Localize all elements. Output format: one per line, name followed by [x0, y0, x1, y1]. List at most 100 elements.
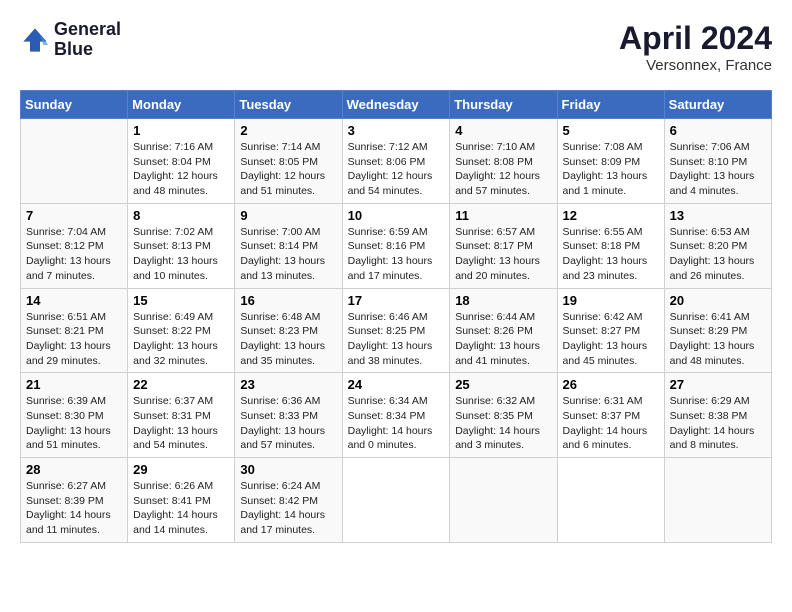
calendar-cell: 28 Sunrise: 6:27 AMSunset: 8:39 PMDayligh… — [21, 458, 128, 543]
day-info: Sunrise: 6:27 AMSunset: 8:39 PMDaylight:… — [26, 479, 122, 538]
day-info: Sunrise: 6:55 AMSunset: 8:18 PMDaylight:… — [563, 225, 659, 284]
day-number: 17 — [348, 293, 445, 308]
day-info: Sunrise: 6:32 AMSunset: 8:35 PMDaylight:… — [455, 394, 551, 453]
day-info: Sunrise: 6:36 AMSunset: 8:33 PMDaylight:… — [240, 394, 336, 453]
calendar-week-row: 7Sunrise: 7:04 AMSunset: 8:12 PMDaylight… — [21, 203, 772, 288]
calendar-cell: 13 Sunrise: 6:53 AMSunset: 8:20 PMDayligh… — [664, 203, 771, 288]
header-day: Tuesday — [235, 91, 342, 119]
day-number: 13 — [670, 208, 766, 223]
header-day: Friday — [557, 91, 664, 119]
day-number: 14 — [26, 293, 122, 308]
day-number: 19 — [563, 293, 659, 308]
calendar-cell: 25 Sunrise: 6:32 AMSunset: 8:35 PMDayligh… — [450, 373, 557, 458]
calendar-week-row: 14 Sunrise: 6:51 AMSunset: 8:21 PMDayligh… — [21, 288, 772, 373]
page-header: General Blue April 2024 Versonnex, Franc… — [20, 20, 772, 74]
day-info: Sunrise: 7:10 AMSunset: 8:08 PMDaylight:… — [455, 140, 551, 199]
calendar-week-row: 21 Sunrise: 6:39 AMSunset: 8:30 PMDayligh… — [21, 373, 772, 458]
logo: General Blue — [20, 20, 121, 60]
logo-line1: General — [54, 20, 121, 40]
day-info: Sunrise: 7:06 AMSunset: 8:10 PMDaylight:… — [670, 140, 766, 199]
calendar-cell — [664, 458, 771, 543]
day-number: 5 — [563, 123, 659, 138]
day-number: 2 — [240, 123, 336, 138]
header-row: SundayMondayTuesdayWednesdayThursdayFrid… — [21, 91, 772, 119]
header-day: Sunday — [21, 91, 128, 119]
logo-icon — [20, 25, 50, 55]
calendar-cell: 15Sunrise: 6:49 AMSunset: 8:22 PMDayligh… — [128, 288, 235, 373]
calendar-cell: 24 Sunrise: 6:34 AMSunset: 8:34 PMDayligh… — [342, 373, 450, 458]
calendar-cell: 14 Sunrise: 6:51 AMSunset: 8:21 PMDayligh… — [21, 288, 128, 373]
day-info: Sunrise: 6:41 AMSunset: 8:29 PMDaylight:… — [670, 310, 766, 369]
day-number: 30 — [240, 462, 336, 477]
day-number: 20 — [670, 293, 766, 308]
day-number: 6 — [670, 123, 766, 138]
day-info: Sunrise: 6:26 AMSunset: 8:41 PMDaylight:… — [133, 479, 229, 538]
day-info: Sunrise: 6:49 AMSunset: 8:22 PMDaylight:… — [133, 310, 229, 369]
day-info: Sunrise: 6:37 AMSunset: 8:31 PMDaylight:… — [133, 394, 229, 453]
calendar-cell: 5Sunrise: 7:08 AMSunset: 8:09 PMDaylight… — [557, 119, 664, 204]
day-number: 24 — [348, 377, 445, 392]
day-info: Sunrise: 6:31 AMSunset: 8:37 PMDaylight:… — [563, 394, 659, 453]
calendar-cell — [21, 119, 128, 204]
day-info: Sunrise: 6:24 AMSunset: 8:42 PMDaylight:… — [240, 479, 336, 538]
calendar-cell: 26 Sunrise: 6:31 AMSunset: 8:37 PMDayligh… — [557, 373, 664, 458]
day-number: 25 — [455, 377, 551, 392]
day-number: 28 — [26, 462, 122, 477]
day-info: Sunrise: 6:59 AMSunset: 8:16 PMDaylight:… — [348, 225, 445, 284]
calendar-cell: 12 Sunrise: 6:55 AMSunset: 8:18 PMDayligh… — [557, 203, 664, 288]
day-info: Sunrise: 6:44 AMSunset: 8:26 PMDaylight:… — [455, 310, 551, 369]
day-info: Sunrise: 6:53 AMSunset: 8:20 PMDaylight:… — [670, 225, 766, 284]
day-number: 16 — [240, 293, 336, 308]
day-number: 21 — [26, 377, 122, 392]
day-number: 18 — [455, 293, 551, 308]
day-info: Sunrise: 6:39 AMSunset: 8:30 PMDaylight:… — [26, 394, 122, 453]
day-info: Sunrise: 6:51 AMSunset: 8:21 PMDaylight:… — [26, 310, 122, 369]
day-number: 12 — [563, 208, 659, 223]
calendar-cell: 11 Sunrise: 6:57 AMSunset: 8:17 PMDayligh… — [450, 203, 557, 288]
calendar-cell: 29 Sunrise: 6:26 AMSunset: 8:41 PMDayligh… — [128, 458, 235, 543]
day-info: Sunrise: 6:46 AMSunset: 8:25 PMDaylight:… — [348, 310, 445, 369]
calendar-cell: 4Sunrise: 7:10 AMSunset: 8:08 PMDaylight… — [450, 119, 557, 204]
calendar-cell: 1Sunrise: 7:16 AMSunset: 8:04 PMDaylight… — [128, 119, 235, 204]
calendar-table: SundayMondayTuesdayWednesdayThursdayFrid… — [20, 90, 772, 543]
calendar-cell: 9 Sunrise: 7:00 AMSunset: 8:14 PMDaylight… — [235, 203, 342, 288]
day-info: Sunrise: 6:48 AMSunset: 8:23 PMDaylight:… — [240, 310, 336, 369]
day-info: Sunrise: 7:00 AMSunset: 8:14 PMDaylight:… — [240, 225, 336, 284]
day-info: Sunrise: 6:42 AMSunset: 8:27 PMDaylight:… — [563, 310, 659, 369]
day-number: 9 — [240, 208, 336, 223]
day-number: 23 — [240, 377, 336, 392]
calendar-cell: 19 Sunrise: 6:42 AMSunset: 8:27 PMDayligh… — [557, 288, 664, 373]
day-number: 3 — [348, 123, 445, 138]
day-info: Sunrise: 7:14 AMSunset: 8:05 PMDaylight:… — [240, 140, 336, 199]
calendar-cell: 27Sunrise: 6:29 AMSunset: 8:38 PMDayligh… — [664, 373, 771, 458]
calendar-cell: 2 Sunrise: 7:14 AMSunset: 8:05 PMDaylight… — [235, 119, 342, 204]
calendar-cell: 8Sunrise: 7:02 AMSunset: 8:13 PMDaylight… — [128, 203, 235, 288]
calendar-cell: 23 Sunrise: 6:36 AMSunset: 8:33 PMDayligh… — [235, 373, 342, 458]
header-day: Saturday — [664, 91, 771, 119]
calendar-cell: 18 Sunrise: 6:44 AMSunset: 8:26 PMDayligh… — [450, 288, 557, 373]
calendar-cell: 7Sunrise: 7:04 AMSunset: 8:12 PMDaylight… — [21, 203, 128, 288]
calendar-week-row: 1Sunrise: 7:16 AMSunset: 8:04 PMDaylight… — [21, 119, 772, 204]
calendar-cell: 20 Sunrise: 6:41 AMSunset: 8:29 PMDayligh… — [664, 288, 771, 373]
month-title: April 2024 — [619, 20, 772, 57]
calendar-cell — [557, 458, 664, 543]
day-info: Sunrise: 6:34 AMSunset: 8:34 PMDaylight:… — [348, 394, 445, 453]
day-info: Sunrise: 7:16 AMSunset: 8:04 PMDaylight:… — [133, 140, 229, 199]
day-number: 26 — [563, 377, 659, 392]
day-info: Sunrise: 6:57 AMSunset: 8:17 PMDaylight:… — [455, 225, 551, 284]
header-day: Monday — [128, 91, 235, 119]
day-number: 11 — [455, 208, 551, 223]
calendar-cell: 6 Sunrise: 7:06 AMSunset: 8:10 PMDaylight… — [664, 119, 771, 204]
header-day: Thursday — [450, 91, 557, 119]
day-number: 29 — [133, 462, 229, 477]
day-info: Sunrise: 7:04 AMSunset: 8:12 PMDaylight:… — [26, 225, 122, 284]
logo-line2: Blue — [54, 40, 121, 60]
calendar-cell: 16 Sunrise: 6:48 AMSunset: 8:23 PMDayligh… — [235, 288, 342, 373]
header-day: Wednesday — [342, 91, 450, 119]
calendar-cell — [342, 458, 450, 543]
day-number: 27 — [670, 377, 766, 392]
day-number: 10 — [348, 208, 445, 223]
title-block: April 2024 Versonnex, France — [619, 20, 772, 74]
day-number: 22 — [133, 377, 229, 392]
calendar-cell: 10 Sunrise: 6:59 AMSunset: 8:16 PMDayligh… — [342, 203, 450, 288]
